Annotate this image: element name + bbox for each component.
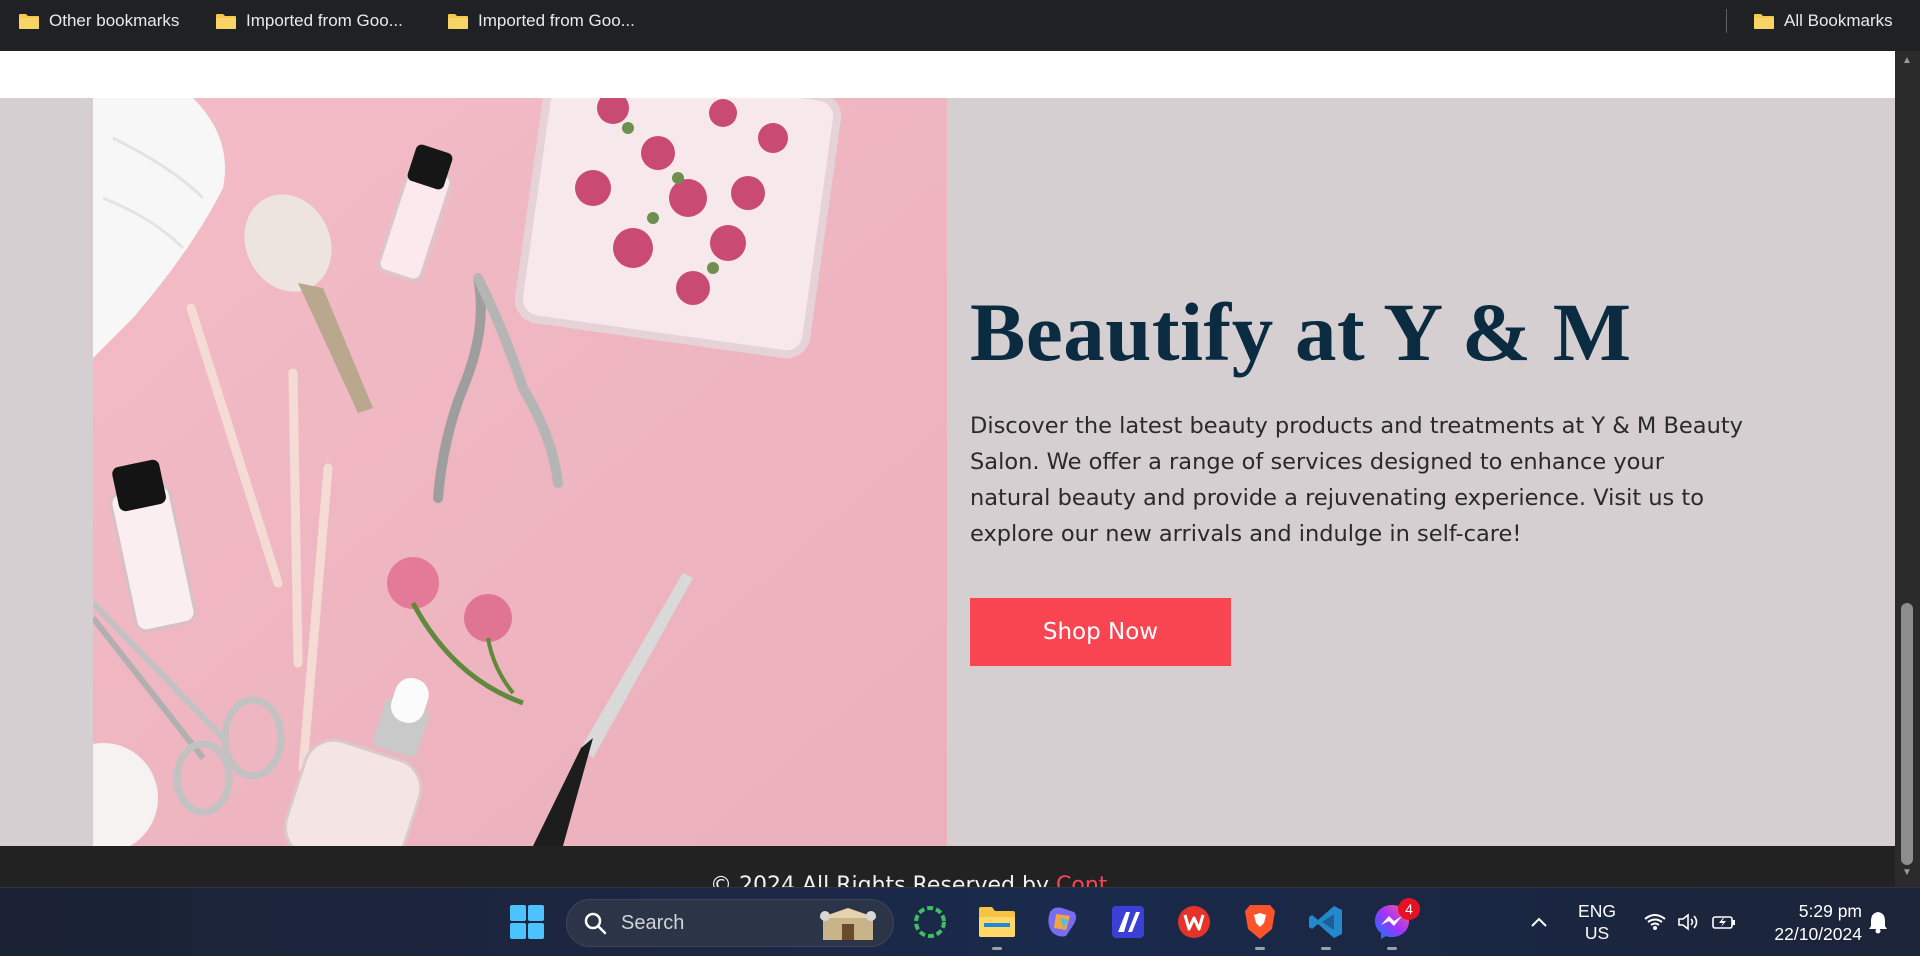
taskbar-search[interactable]: Search (566, 899, 894, 947)
running-indicator (1387, 947, 1397, 950)
all-bookmarks-label: All Bookmarks (1784, 11, 1893, 30)
wifi-icon (1644, 914, 1666, 930)
messenger-icon[interactable]: 4 (1370, 898, 1420, 950)
quick-settings-button[interactable] (1630, 900, 1750, 944)
folder-icon (215, 13, 237, 30)
search-highlight-icon (819, 908, 877, 940)
notifications-button[interactable] (1858, 900, 1898, 944)
folder-icon (18, 13, 40, 30)
chevron-up-icon (1531, 917, 1547, 927)
hero-image (93, 98, 947, 846)
start-button[interactable] (505, 900, 549, 944)
windows-taskbar: Search 4 ENG US 5:29 pm 22/10/2024 (0, 887, 1920, 956)
hero-description: Discover the latest beauty products and … (970, 413, 1743, 547)
notification-badge: 4 (1398, 898, 1420, 920)
bookmark-imported-1[interactable]: Imported from Goo... (215, 8, 403, 34)
search-icon (584, 912, 607, 935)
bookmark-label: Imported from Goo... (478, 11, 635, 30)
vscode-icon[interactable] (1304, 900, 1348, 950)
page-viewport: Beautify at Y & M Discover the latest be… (0, 51, 1920, 887)
scroll-up-icon[interactable]: ▲ (1901, 55, 1913, 67)
clock-date: 22/10/2024 (1774, 924, 1862, 944)
running-indicator (1255, 947, 1265, 950)
scroll-thumb[interactable] (1901, 603, 1913, 865)
volume-icon (1678, 913, 1698, 931)
footer-copyright: © 2024 All Rights Reserved by Cont (710, 873, 1107, 887)
bookmarks-divider (1726, 9, 1727, 33)
region-code: US (1584, 923, 1610, 943)
folder-icon (1753, 13, 1775, 30)
copilot-icon[interactable] (1040, 900, 1084, 944)
all-bookmarks-button[interactable]: All Bookmarks (1753, 8, 1893, 34)
bell-icon (1869, 912, 1887, 934)
clock[interactable]: 5:29 pm 22/10/2024 (1752, 900, 1862, 946)
language-code: ENG (1578, 901, 1616, 921)
running-indicator (1321, 947, 1331, 950)
search-label: Search (621, 911, 685, 934)
file-explorer-icon[interactable] (975, 900, 1019, 950)
footer-contact-link[interactable]: Cont (1056, 873, 1107, 887)
bookmark-imported-2[interactable]: Imported from Goo... (447, 8, 635, 34)
app-refresh-icon[interactable] (908, 900, 952, 944)
language-indicator[interactable]: ENG US (1572, 900, 1622, 944)
page-footer: © 2024 All Rights Reserved by Cont (0, 846, 1895, 887)
shop-now-button[interactable]: Shop Now (970, 598, 1231, 666)
brave-browser-icon[interactable] (1238, 900, 1282, 950)
bookmark-other-bookmarks[interactable]: Other bookmarks (18, 8, 179, 34)
footer-copyright-text: © 2024 All Rights Reserved by (710, 873, 1056, 887)
wps-office-icon[interactable] (1172, 900, 1216, 944)
folder-icon (447, 13, 469, 30)
hero-content: Beautify at Y & M Discover the latest be… (970, 98, 1750, 846)
hero-title: Beautify at Y & M (970, 286, 1632, 378)
show-hidden-icons-button[interactable] (1517, 900, 1561, 944)
page-scrollbar[interactable]: ▲ ▼ (1895, 51, 1920, 887)
header-strip (0, 51, 1895, 98)
clock-time: 5:29 pm (1798, 901, 1862, 921)
battery-charging-icon (1712, 916, 1735, 929)
running-indicator (992, 947, 1002, 950)
windows-logo-icon (510, 905, 544, 939)
bookmark-label: Other bookmarks (49, 11, 180, 30)
ai-app-icon[interactable] (1106, 900, 1150, 944)
bookmark-label: Imported from Goo... (246, 11, 403, 30)
bookmarks-bar: Other bookmarks Imported from Goo... Imp… (0, 0, 1920, 51)
hero-section: Beautify at Y & M Discover the latest be… (0, 98, 1895, 846)
scroll-down-icon[interactable]: ▼ (1901, 867, 1913, 879)
